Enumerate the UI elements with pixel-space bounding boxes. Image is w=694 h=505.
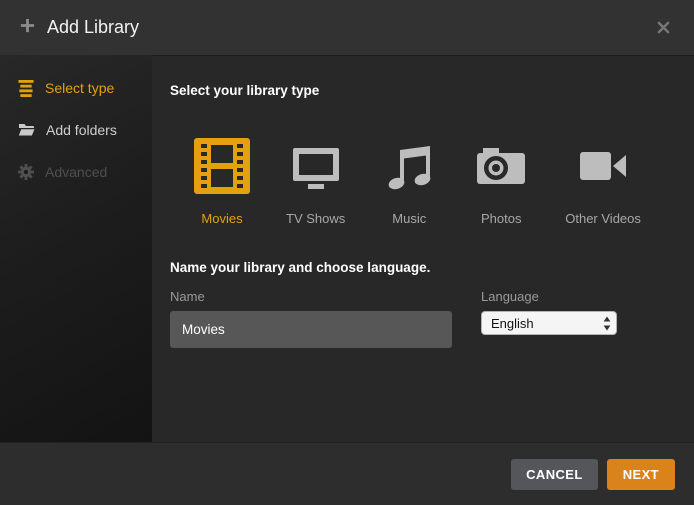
video-camera-icon [575, 138, 631, 199]
sidebar-item-advanced: Advanced [0, 151, 152, 193]
folder-icon [18, 123, 35, 137]
add-library-dialog: Add Library Select type [0, 0, 694, 505]
language-field-label: Language [481, 289, 617, 304]
close-icon[interactable] [653, 17, 674, 38]
library-type-music[interactable]: Music [381, 138, 437, 226]
dialog-header: Add Library [0, 0, 694, 55]
name-section: Name your library and choose language. N… [170, 260, 676, 348]
language-select[interactable]: English [481, 311, 617, 335]
sidebar-item-add-folders[interactable]: Add folders [0, 109, 152, 151]
select-stepper-icon [603, 316, 611, 331]
camera-icon [473, 138, 529, 199]
sidebar-item-label: Select type [45, 80, 114, 96]
list-icon [18, 80, 34, 97]
library-type-movies[interactable]: Movies [194, 138, 250, 226]
sidebar-item-label: Advanced [45, 164, 107, 180]
main-panel: Select your library type [152, 55, 694, 443]
library-type-picker: Movies TV Shows [194, 138, 676, 226]
library-name-input[interactable] [170, 311, 452, 348]
library-type-other-videos[interactable]: Other Videos [565, 138, 641, 226]
type-section-title: Select your library type [170, 83, 676, 98]
gear-icon [18, 164, 34, 180]
library-type-label: TV Shows [286, 211, 345, 226]
cancel-button[interactable]: CANCEL [511, 459, 598, 490]
film-icon [194, 138, 250, 199]
dialog-footer: CANCEL NEXT [0, 443, 694, 505]
dialog-body: Select type Add folders [0, 55, 694, 443]
plus-icon [20, 18, 35, 38]
dialog-title: Add Library [47, 17, 139, 38]
library-type-label: Other Videos [565, 211, 641, 226]
library-type-label: Music [392, 211, 426, 226]
name-field-label: Name [170, 289, 452, 304]
tv-icon [288, 138, 344, 199]
library-type-label: Movies [201, 211, 242, 226]
sidebar-item-select-type[interactable]: Select type [0, 67, 152, 109]
name-field-group: Name [170, 289, 452, 348]
wizard-steps-sidebar: Select type Add folders [0, 55, 152, 443]
sidebar-item-label: Add folders [46, 122, 117, 138]
library-type-label: Photos [481, 211, 521, 226]
language-select-value: English [491, 316, 534, 331]
language-field-group: Language English [481, 289, 617, 348]
library-type-photos[interactable]: Photos [473, 138, 529, 226]
next-button[interactable]: NEXT [607, 459, 675, 490]
library-type-tv-shows[interactable]: TV Shows [286, 138, 345, 226]
name-section-title: Name your library and choose language. [170, 260, 676, 275]
music-note-icon [381, 138, 437, 199]
